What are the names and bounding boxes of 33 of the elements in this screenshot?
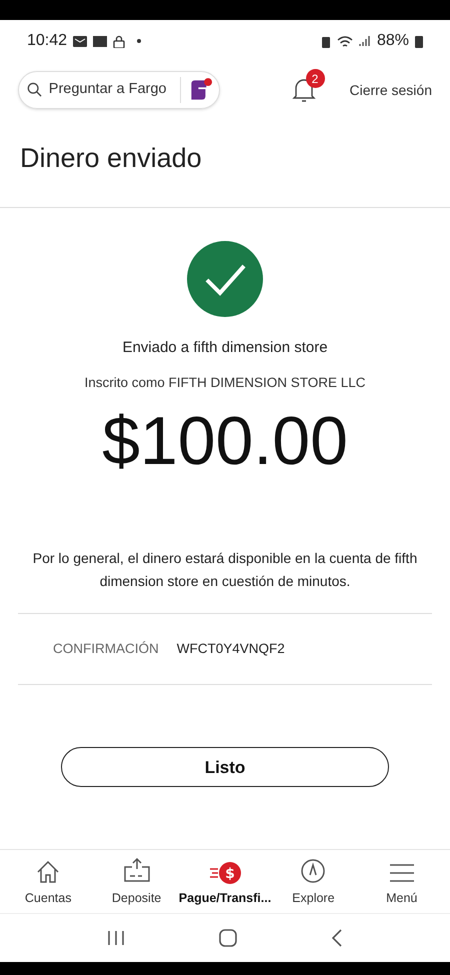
battery-percent: 88%: [376, 31, 409, 51]
dot-icon: [137, 39, 142, 43]
page-title: Dinero enviado: [19, 142, 203, 175]
back-icon[interactable]: [331, 929, 343, 947]
lock-icon: [113, 34, 126, 48]
signal-icon: [358, 35, 371, 47]
mail-icon: [73, 36, 88, 46]
nav-tab[interactable]: Menú: [358, 856, 445, 908]
search-icon: [27, 81, 43, 99]
search-field[interactable]: Preguntar a Fargo: [18, 71, 220, 109]
amount-text: $100.00: [102, 407, 348, 476]
nav-tab[interactable]: Cuentas: [5, 856, 92, 908]
recipient-text: Enviado a fifth dimension store: [122, 338, 328, 358]
nav-tab[interactable]: $ Pague/Transfi...: [182, 856, 268, 908]
done-button[interactable]: Listo: [61, 747, 389, 788]
home-icon[interactable]: [219, 929, 237, 947]
battery-icon: [415, 34, 423, 48]
notification-badge: 2: [306, 69, 325, 88]
recent-apps-icon[interactable]: [107, 930, 125, 946]
confirmation-label: CONFIRMACIÓN: [53, 640, 159, 658]
house-icon: [35, 858, 62, 885]
enrolled-name-text: Inscrito como FIFTH DIMENSION STORE LLC: [84, 374, 366, 392]
nav-tab[interactable]: Explore: [270, 856, 356, 908]
checkmark-icon: [187, 240, 263, 316]
wifi-icon: [336, 34, 353, 48]
status-time: 10:42: [27, 31, 68, 51]
deposit-icon: [122, 856, 151, 885]
nav-tab[interactable]: Deposite: [94, 856, 180, 908]
search-input[interactable]: Preguntar a Fargo: [48, 79, 174, 101]
logout-link[interactable]: Cierre sesión: [350, 80, 432, 100]
confirmation-code: WFCT0Y4VNQF2: [176, 640, 285, 658]
compass-icon: [299, 856, 328, 885]
availability-note: Por lo general, el dinero estará disponible en la cuenta de fifth dimension store en cuestión de minutos.: [32, 549, 418, 592]
